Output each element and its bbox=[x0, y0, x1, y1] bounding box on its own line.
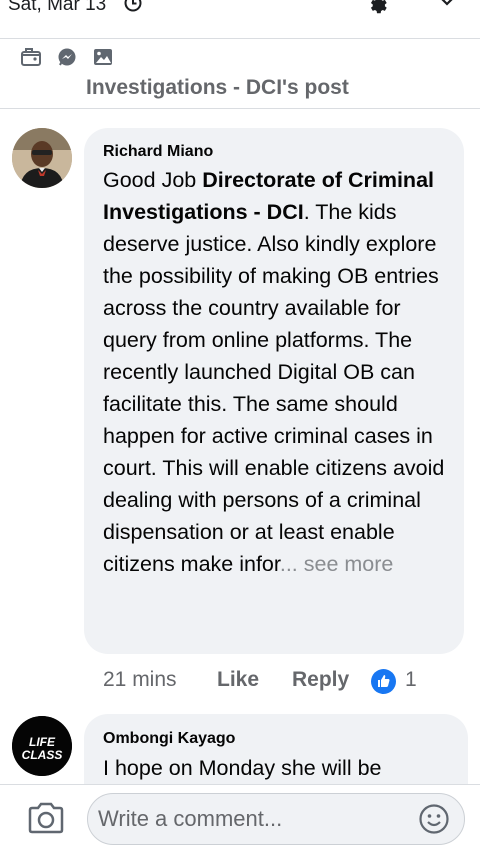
avatar-logo: LIFE CLASS bbox=[12, 716, 72, 776]
comment-input[interactable]: Write a comment... bbox=[87, 793, 465, 845]
comment-bubble: Richard Miano Good Job Directorate of Cr… bbox=[84, 128, 464, 654]
comment-text: Good Job Directorate of Criminal Investi… bbox=[103, 168, 445, 576]
svg-text:LIFE: LIFE bbox=[29, 735, 56, 749]
post-date: Sat, Mar 13 bbox=[8, 0, 107, 15]
comment-composer: Write a comment... bbox=[0, 784, 480, 855]
see-more-link[interactable]: see more bbox=[298, 552, 394, 576]
camera-icon[interactable] bbox=[27, 801, 65, 835]
thumbs-up-icon bbox=[378, 675, 390, 687]
avatar[interactable]: LIFE CLASS bbox=[12, 716, 72, 776]
like-count: 1 bbox=[405, 668, 417, 691]
comment-text: I hope on Monday she will be bbox=[103, 756, 382, 780]
smiley-icon[interactable] bbox=[418, 803, 450, 835]
top-bar: Sat, Mar 13 bbox=[0, 0, 480, 39]
like-reaction-badge[interactable] bbox=[371, 669, 396, 694]
comment-time: 21 mins bbox=[103, 668, 177, 691]
like-button[interactable]: Like bbox=[217, 668, 259, 692]
avatar-image bbox=[12, 128, 72, 188]
comment-placeholder: Write a comment... bbox=[98, 806, 283, 831]
comment-author[interactable]: Richard Miano bbox=[103, 143, 213, 161]
post-title[interactable]: Investigations - DCI's post bbox=[86, 76, 349, 100]
post-toolbar bbox=[0, 40, 480, 76]
post-header: Investigations - DCI's post bbox=[0, 72, 480, 109]
chevron-down-icon[interactable] bbox=[438, 0, 456, 8]
photo-icon[interactable] bbox=[92, 46, 114, 68]
avatar[interactable] bbox=[12, 128, 72, 188]
svg-text:CLASS: CLASS bbox=[22, 748, 63, 762]
clock-icon bbox=[124, 0, 142, 12]
messenger-icon[interactable] bbox=[56, 46, 78, 68]
reply-button[interactable]: Reply bbox=[292, 668, 349, 692]
comment-author[interactable]: Ombongi Kayago bbox=[103, 730, 235, 748]
gear-icon[interactable] bbox=[366, 0, 388, 14]
tag-icon[interactable] bbox=[20, 46, 42, 68]
